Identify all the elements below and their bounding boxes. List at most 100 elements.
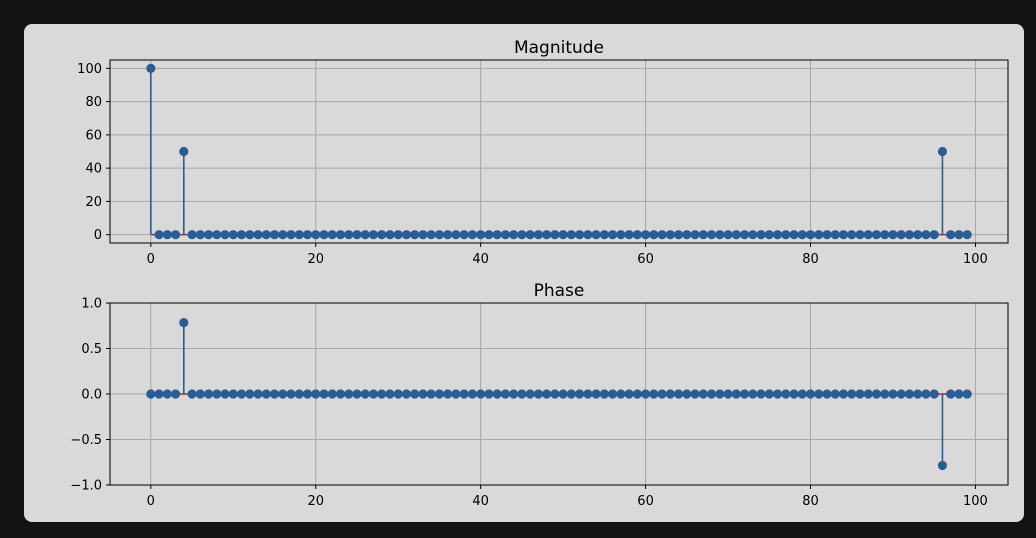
stem-marker: [368, 389, 379, 399]
stem-marker: [162, 389, 172, 399]
stem-marker: [665, 230, 675, 240]
stem-marker: [624, 230, 634, 240]
stem-marker: [929, 230, 939, 240]
stem-marker: [525, 230, 535, 240]
stem-marker: [377, 230, 387, 240]
stem-marker: [286, 230, 296, 240]
stem-marker: [401, 389, 412, 399]
stem-marker: [599, 230, 609, 240]
stem-marker: [855, 389, 865, 399]
x-tick-label: 40: [472, 252, 489, 267]
stem-marker: [146, 63, 156, 73]
stem-marker: [434, 389, 445, 399]
stem-marker: [715, 230, 725, 240]
stem-marker: [591, 230, 601, 240]
stem-marker: [154, 389, 164, 399]
stem-marker: [401, 230, 412, 240]
stem-marker: [410, 389, 420, 399]
stem-marker: [236, 230, 247, 240]
stem-marker: [459, 230, 469, 240]
x-tick-label: 0: [147, 252, 155, 267]
stem-marker: [723, 230, 733, 240]
stem-marker: [599, 389, 609, 399]
stem-marker: [278, 389, 288, 399]
stem-marker: [575, 230, 585, 240]
y-tick-label: −0.5: [70, 433, 102, 448]
stem-marker: [640, 389, 651, 399]
stem-marker: [632, 389, 642, 399]
y-tick-label: 80: [85, 95, 102, 110]
stem-marker: [838, 230, 849, 240]
stem-marker: [302, 389, 313, 399]
stem-marker: [575, 389, 585, 399]
stem-marker: [294, 389, 304, 399]
stem-marker: [278, 230, 288, 240]
stem-marker: [649, 230, 659, 240]
stem-marker: [203, 230, 214, 240]
stem-marker: [236, 389, 247, 399]
stem-marker: [476, 230, 486, 240]
stem-marker: [657, 230, 667, 240]
stem-marker: [335, 389, 346, 399]
stem-marker: [690, 389, 700, 399]
stem-marker: [443, 389, 453, 399]
y-tick-label: 0: [94, 228, 102, 243]
stem-marker: [443, 230, 453, 240]
figure-panel: 0 20 40 60 80 100 0 20 40 60 80 100 Magnitude 0 20 40 60…: [24, 24, 1024, 522]
stem-marker: [451, 230, 461, 240]
stem-marker: [253, 389, 263, 399]
stem-marker: [550, 230, 560, 240]
stem-marker: [492, 389, 502, 399]
plot-area: [110, 60, 1008, 243]
stem-marker: [781, 230, 791, 240]
stem-marker: [896, 389, 906, 399]
stem-marker: [261, 389, 271, 399]
stem-marker: [566, 230, 576, 240]
stem-marker: [698, 230, 708, 240]
stem-marker: [476, 389, 486, 399]
stem-marker: [772, 389, 783, 399]
stem-marker: [583, 389, 593, 399]
stem-marker: [954, 389, 964, 399]
stem-marker: [847, 389, 857, 399]
stem-marker: [937, 146, 948, 157]
stem-marker: [946, 389, 956, 399]
stem-marker: [607, 389, 618, 399]
stem-marker: [245, 389, 255, 399]
stem-marker: [302, 230, 313, 240]
stem-marker: [880, 230, 890, 240]
stem-marker: [269, 389, 280, 399]
stem-marker: [533, 230, 543, 240]
stem-marker: [170, 389, 181, 399]
stem-marker: [352, 389, 362, 399]
stem-marker: [772, 230, 783, 240]
stem-marker: [228, 230, 238, 240]
stem-marker: [822, 230, 832, 240]
x-tick-label: 100: [963, 252, 988, 267]
stem-marker: [814, 389, 824, 399]
stem-marker: [946, 230, 956, 240]
stem-marker: [673, 389, 684, 399]
x-tick-label: 20: [307, 252, 324, 267]
stem-marker: [509, 389, 519, 399]
stem-marker: [962, 230, 972, 240]
chart-title: Phase: [534, 281, 585, 301]
stem-marker: [558, 230, 568, 240]
stem-marker: [913, 230, 923, 240]
stem-marker: [319, 230, 329, 240]
stem-marker: [665, 389, 675, 399]
stem-marker: [616, 230, 626, 240]
stem-marker: [484, 230, 494, 240]
stem-marker: [451, 389, 461, 399]
stem-marker: [327, 230, 337, 240]
stem-marker: [360, 389, 370, 399]
stem-marker: [459, 389, 469, 399]
stem-marker: [500, 230, 511, 240]
x-tick-label: 0: [147, 494, 155, 509]
stem-marker: [913, 389, 923, 399]
x-tick-label: 80: [802, 494, 819, 509]
stem-marker: [805, 389, 816, 399]
chart-1: 0 20 40 60 80 100 −1.0 −0.5 0.0 0.5 1.0 Phase: [70, 281, 1009, 509]
stem-marker: [797, 389, 807, 399]
chart-figure: 0 20 40 60 80 100 0 20 40 60 80 100 Magnitude 0 20 40 60…: [70, 38, 1009, 509]
